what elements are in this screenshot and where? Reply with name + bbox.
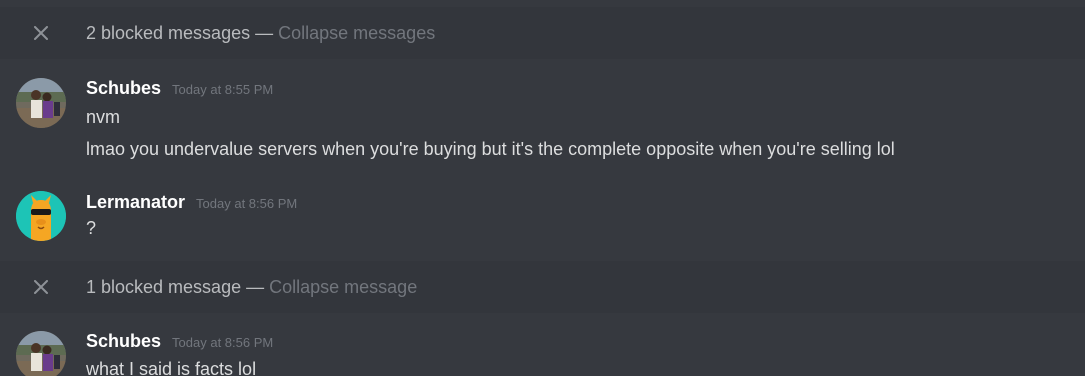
collapse-message-link[interactable]: Collapse message — [269, 277, 417, 297]
avatar[interactable] — [16, 78, 66, 128]
blocked-count-label: 1 blocked message — [86, 276, 242, 297]
blocked-messages-text: 2 blocked messages — Collapse messages — [86, 23, 435, 44]
separator: — — [255, 22, 274, 43]
photo-avatar-icon — [16, 78, 66, 128]
separator: — — [246, 276, 265, 297]
timestamp: Today at 8:56 PM — [172, 335, 274, 350]
message-text: lmao you undervalue servers when you're … — [86, 139, 895, 159]
message-group: Schubes Today at 8:55 PM nvm lmao you un… — [0, 76, 1085, 176]
chat-messages: 2 blocked messages — Collapse messages S… — [0, 0, 1085, 376]
message-header: Lermanator Today at 8:56 PM — [86, 192, 297, 213]
timestamp: Today at 8:56 PM — [196, 196, 298, 211]
photo-avatar-icon — [16, 331, 66, 376]
avatar[interactable] — [16, 191, 66, 241]
avatar[interactable] — [16, 331, 66, 376]
message-group: Lermanator Today at 8:56 PM ? — [0, 190, 1085, 250]
username[interactable]: Schubes — [86, 331, 161, 352]
message-header: Schubes Today at 8:55 PM — [86, 78, 273, 99]
username[interactable]: Schubes — [86, 78, 161, 99]
blocked-count-label: 2 blocked messages — [86, 22, 251, 43]
close-icon[interactable] — [33, 25, 49, 41]
timestamp: Today at 8:55 PM — [172, 82, 274, 97]
message-text: what I said is facts lol — [86, 359, 257, 376]
message-header: Schubes Today at 8:56 PM — [86, 331, 273, 352]
blocked-messages-text: 1 blocked message — Collapse message — [86, 277, 417, 298]
blocked-messages-bar: 2 blocked messages — Collapse messages — [0, 7, 1085, 59]
message-group: Schubes Today at 8:56 PM what I said is … — [0, 329, 1085, 376]
message-text: ? — [86, 218, 97, 238]
username[interactable]: Lermanator — [86, 192, 185, 213]
message-text: nvm — [86, 107, 121, 127]
close-icon[interactable] — [33, 279, 49, 295]
blocked-messages-bar: 1 blocked message — Collapse message — [0, 261, 1085, 313]
llama-sunglasses-icon — [16, 191, 66, 241]
collapse-messages-link[interactable]: Collapse messages — [278, 23, 435, 43]
